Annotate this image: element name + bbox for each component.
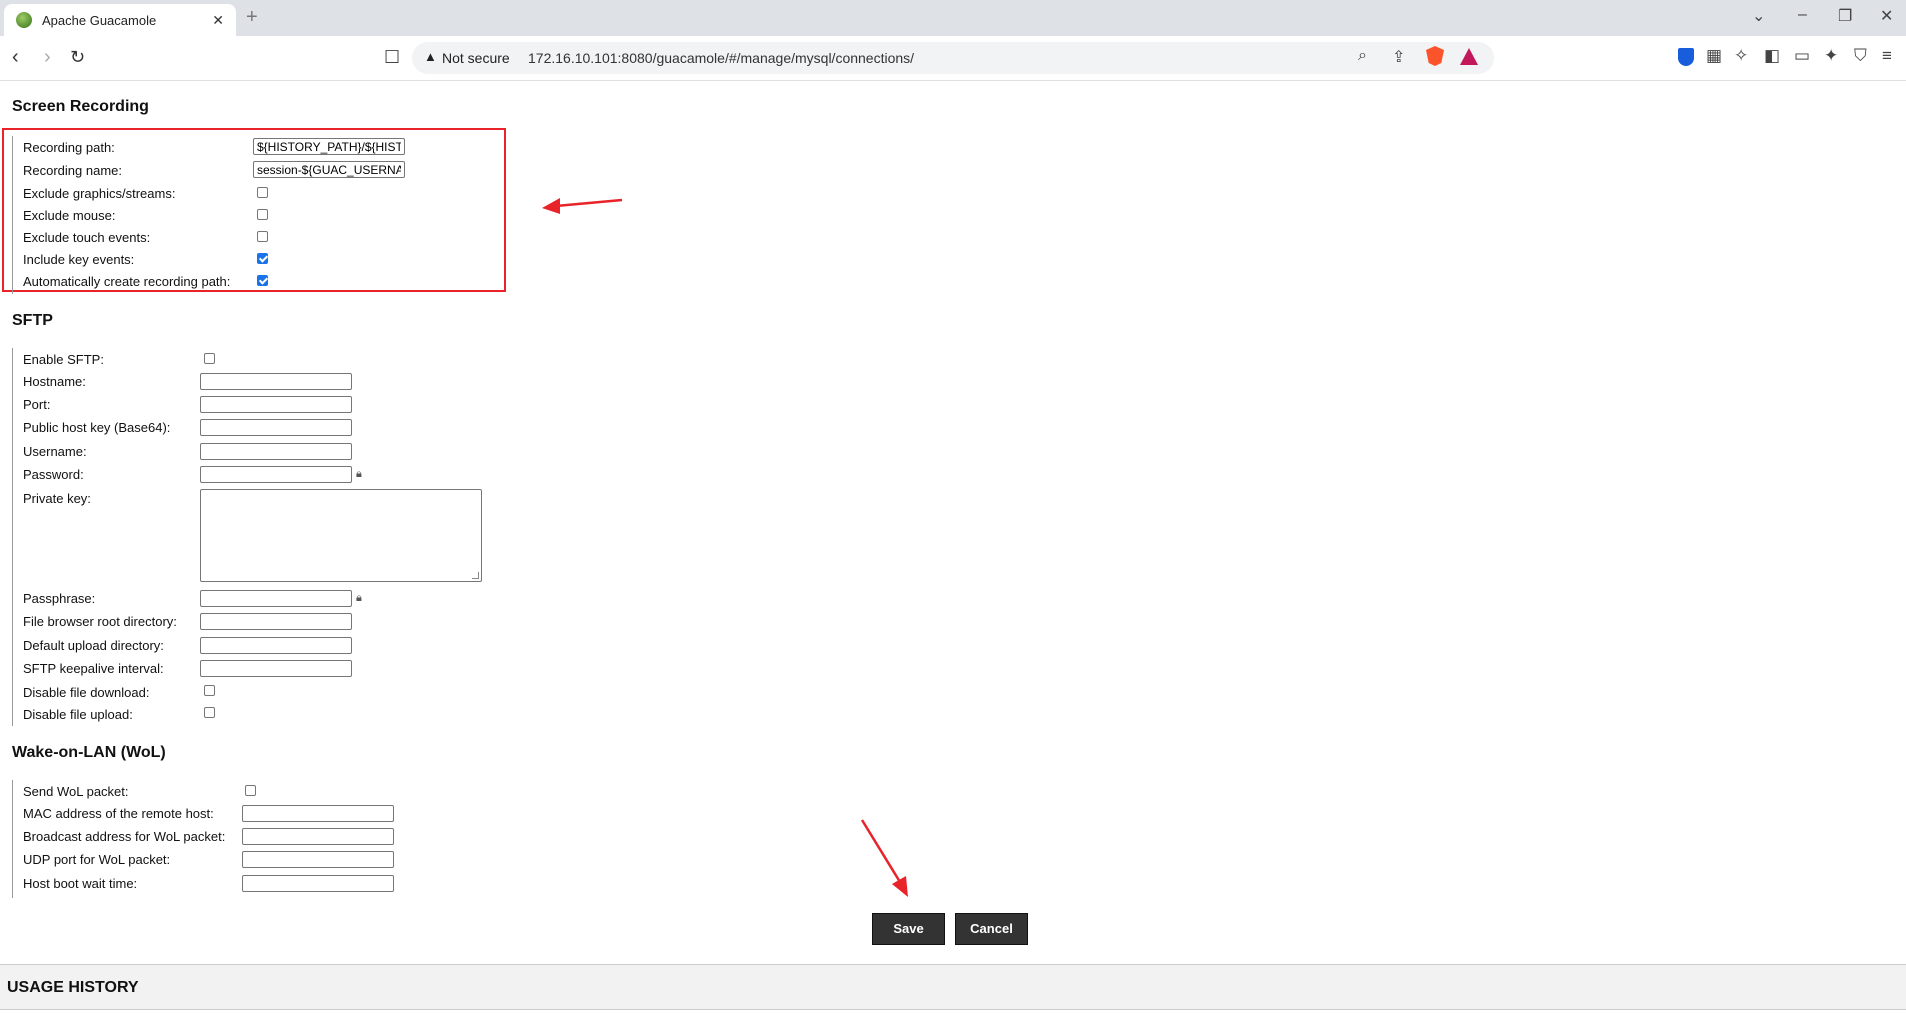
brave-rewards-icon[interactable]	[1460, 48, 1478, 65]
sftp-title: SFTP	[12, 312, 53, 329]
sftp-port-input[interactable]	[200, 396, 352, 413]
brave-shields-icon[interactable]	[1426, 46, 1444, 66]
share-icon[interactable]: ⇪	[1392, 47, 1405, 67]
forward-icon[interactable]: ›	[44, 46, 51, 69]
sftp-root-dir-input[interactable]	[200, 613, 352, 630]
include-key-checkbox[interactable]	[257, 253, 268, 264]
reload-icon[interactable]: ↻	[70, 47, 85, 68]
send-wol-label: Send WoL packet:	[23, 784, 129, 799]
arrow-to-save-button	[860, 819, 908, 897]
enable-sftp-checkbox[interactable]	[204, 353, 215, 364]
sftp-username-input[interactable]	[200, 443, 352, 460]
warning-triangle-icon: ▲	[424, 49, 437, 64]
vpn-shield-icon[interactable]: ⛉	[1854, 46, 1867, 66]
exclude-touch-checkbox[interactable]	[257, 231, 268, 242]
wol-udp-input[interactable]	[242, 851, 394, 868]
exclude-touch-label: Exclude touch events:	[23, 230, 151, 245]
qr-code-icon[interactable]: ▦	[1706, 46, 1722, 66]
sftp-hostname-input[interactable]	[200, 373, 352, 390]
new-tab-button[interactable]: +	[246, 6, 258, 29]
restore-window-icon[interactable]: ❐	[1838, 6, 1852, 26]
exclude-graphics-label: Exclude graphics/streams:	[23, 186, 176, 201]
exclude-mouse-checkbox[interactable]	[257, 209, 268, 220]
password-lock-icon[interactable]: 🔒︎	[356, 468, 362, 481]
sftp-hostname-label: Hostname:	[23, 374, 86, 389]
back-icon[interactable]: ‹	[12, 46, 19, 69]
sftp-private-key-label: Private key:	[23, 491, 91, 506]
include-key-label: Include key events:	[23, 252, 135, 267]
sftp-host-key-input[interactable]	[200, 419, 352, 436]
minimize-window-icon[interactable]: –	[1798, 6, 1807, 24]
screen-recording-title: Screen Recording	[12, 98, 149, 115]
wol-mac-label: MAC address of the remote host:	[23, 806, 214, 821]
disable-download-checkbox[interactable]	[204, 685, 215, 696]
exclude-graphics-checkbox[interactable]	[257, 187, 268, 198]
sftp-keepalive-label: SFTP keepalive interval:	[23, 661, 164, 676]
cancel-button[interactable]: Cancel	[955, 913, 1028, 945]
menu-icon[interactable]: ≡	[1882, 46, 1892, 66]
sftp-passphrase-label: Passphrase:	[23, 591, 96, 606]
disable-upload-label: Disable file upload:	[23, 707, 133, 722]
recording-name-label: Recording name:	[23, 163, 122, 178]
sftp-password-input[interactable]	[200, 466, 352, 483]
tab-close-icon[interactable]: ✕	[212, 12, 224, 29]
sidebar-icon[interactable]: ◧	[1764, 46, 1780, 66]
sftp-upload-dir-label: Default upload directory:	[23, 638, 164, 653]
security-status[interactable]: Not secure	[442, 50, 510, 66]
exclude-mouse-label: Exclude mouse:	[23, 208, 116, 223]
wol-title: Wake-on-LAN (WoL)	[12, 744, 166, 761]
send-wol-checkbox[interactable]	[245, 785, 256, 796]
sftp-passphrase-input[interactable]	[200, 590, 352, 607]
save-button[interactable]: Save	[872, 913, 945, 945]
bitwarden-icon[interactable]	[1678, 48, 1694, 66]
sftp-password-label: Password:	[23, 467, 84, 482]
address-bar[interactable]: ▲ Not secure 172.16.10.101:8080/guacamol…	[412, 42, 1494, 74]
recording-name-input[interactable]	[253, 161, 405, 178]
sftp-private-key-textarea[interactable]	[200, 489, 482, 582]
disable-upload-checkbox[interactable]	[204, 707, 215, 718]
auto-create-label: Automatically create recording path:	[23, 274, 231, 289]
close-window-icon[interactable]: ✕	[1880, 6, 1893, 26]
sftp-keepalive-input[interactable]	[200, 660, 352, 677]
auto-create-checkbox[interactable]	[257, 275, 268, 286]
passphrase-lock-icon[interactable]: 🔒︎	[356, 592, 362, 605]
sftp-upload-dir-input[interactable]	[200, 637, 352, 654]
bookmark-icon[interactable]: ☐	[384, 47, 400, 68]
wol-broadcast-input[interactable]	[242, 828, 394, 845]
sftp-root-dir-label: File browser root directory:	[23, 614, 177, 629]
screen-recording-fields: Recording path: Recording name: Exclude …	[12, 136, 405, 294]
usage-history-title: USAGE HISTORY	[7, 979, 139, 996]
guacamole-favicon-icon	[16, 12, 32, 28]
browser-tab[interactable]: Apache Guacamole ✕	[4, 4, 236, 36]
leo-ai-icon[interactable]: ✦	[1824, 46, 1838, 66]
wol-broadcast-label: Broadcast address for WoL packet:	[23, 829, 226, 844]
wol-fields: Send WoL packet: MAC address of the remo…	[12, 780, 394, 898]
usage-history-header[interactable]: USAGE HISTORY	[0, 964, 1906, 1010]
sftp-port-label: Port:	[23, 397, 51, 412]
wol-boot-wait-input[interactable]	[242, 875, 394, 892]
arrow-to-recording-box	[542, 198, 623, 214]
tab-search-chevron-icon[interactable]: ⌄	[1752, 6, 1765, 26]
wol-boot-wait-label: Host boot wait time:	[23, 876, 138, 891]
disable-download-label: Disable file download:	[23, 685, 150, 700]
url-text[interactable]: 172.16.10.101:8080/guacamole/#/manage/my…	[528, 50, 914, 66]
browser-tab-strip: Apache Guacamole ✕ + ⌄ – ❐ ✕	[0, 0, 1906, 36]
zoom-icon[interactable]: ⌕	[1358, 47, 1367, 65]
sftp-fields: Enable SFTP: Hostname: Port: Public host…	[12, 348, 482, 726]
recording-path-input[interactable]	[253, 138, 405, 155]
browser-toolbar: ‹ › ↻ ☐ ▲ Not secure 172.16.10.101:8080/…	[0, 36, 1906, 81]
sftp-username-label: Username:	[23, 444, 87, 459]
wol-udp-label: UDP port for WoL packet:	[23, 852, 171, 867]
recording-path-label: Recording path:	[23, 140, 115, 155]
wallet-icon[interactable]: ▭	[1794, 46, 1810, 66]
extensions-icon[interactable]: ✧	[1734, 46, 1748, 66]
enable-sftp-label: Enable SFTP:	[23, 352, 104, 367]
wol-mac-input[interactable]	[242, 805, 394, 822]
sftp-host-key-label: Public host key (Base64):	[23, 420, 171, 435]
tab-title: Apache Guacamole	[42, 12, 157, 28]
